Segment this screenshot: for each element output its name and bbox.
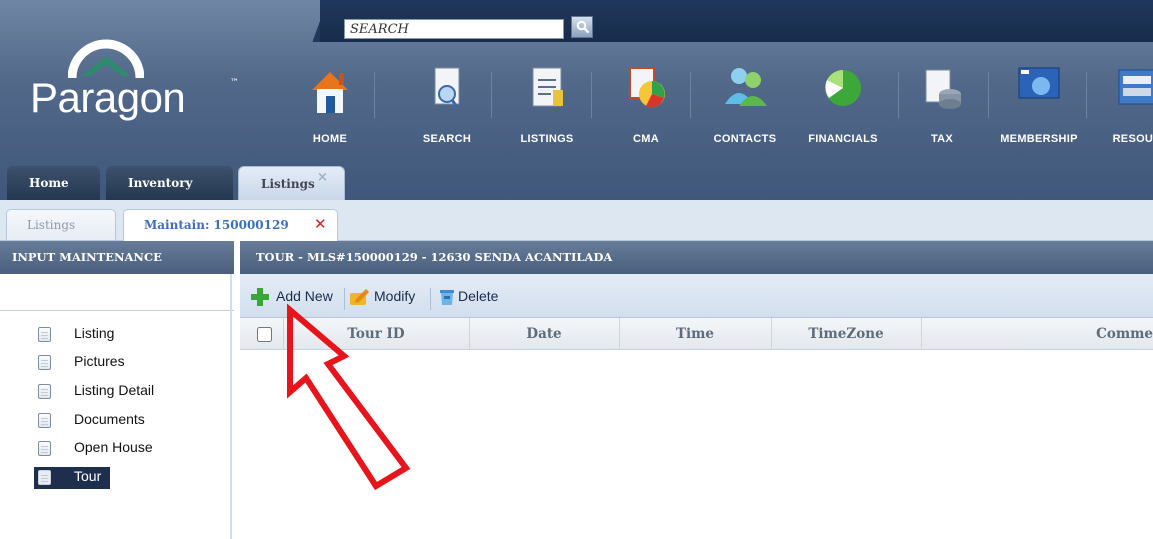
- logo-trademark: ™: [230, 78, 239, 88]
- annotation-arrow-icon: [287, 303, 411, 491]
- logo-text: Paragon: [30, 74, 186, 121]
- magnifier-icon: [576, 20, 590, 34]
- column-comments[interactable]: Comme: [921, 318, 1153, 350]
- column-date[interactable]: Date: [469, 318, 619, 350]
- toolbar-separator: [430, 288, 431, 310]
- sidebar-item-label: Listing: [74, 325, 115, 341]
- panel-divider[interactable]: [230, 274, 232, 539]
- resources-icon: [1118, 69, 1153, 105]
- membership-icon: [1018, 67, 1060, 99]
- tab-inventory[interactable]: Inventory: [106, 166, 233, 200]
- subtab-label: Maintain: 150000129: [144, 218, 289, 232]
- column-timezone[interactable]: TimeZone: [771, 318, 921, 350]
- nav-label: TAX: [930, 133, 954, 145]
- nav-cma[interactable]: CMA: [604, 60, 688, 156]
- document-icon: [38, 384, 51, 399]
- nav-financials[interactable]: FINANCIALS: [801, 60, 885, 156]
- trash-icon: [440, 290, 454, 305]
- tab-home[interactable]: Home: [7, 166, 100, 200]
- cma-icon: [629, 67, 665, 108]
- paragon-logo[interactable]: Paragon ™: [30, 36, 240, 126]
- subtab-maintain[interactable]: Maintain: 150000129 ✕: [123, 209, 338, 241]
- nav-contacts[interactable]: CONTACTS: [703, 60, 787, 156]
- tax-icon: [925, 69, 961, 109]
- document-icon: [38, 470, 51, 485]
- nav-separator: [898, 72, 899, 118]
- nav-listings[interactable]: LISTINGS: [505, 60, 589, 156]
- document-icon: [38, 413, 51, 428]
- contacts-icon: [725, 68, 767, 106]
- panel-spacer: [0, 274, 234, 311]
- nav-search[interactable]: SEARCH: [405, 60, 489, 156]
- nav-separator: [988, 72, 989, 118]
- nav-label: CONTACTS: [713, 133, 777, 145]
- document-icon: [38, 327, 51, 342]
- nav-tax[interactable]: TAX: [900, 60, 984, 156]
- nav-home[interactable]: HOME: [288, 60, 372, 156]
- sidebar-item-tour[interactable]: Tour: [34, 467, 110, 489]
- home-icon: [312, 72, 348, 113]
- nav-label: FINANCIALS: [808, 133, 878, 145]
- listings-icon: [532, 67, 563, 107]
- document-icon: [38, 355, 51, 370]
- search-button[interactable]: [571, 16, 593, 38]
- column-time[interactable]: Time: [619, 318, 771, 350]
- nav-separator: [1086, 72, 1087, 118]
- close-icon[interactable]: ✕: [314, 210, 327, 238]
- app-header: Paragon ™ HOME SEARCH LISTINGS: [0, 0, 1153, 200]
- plus-icon: [251, 288, 269, 306]
- search-input[interactable]: [344, 19, 564, 39]
- subtab-label: Listings: [27, 218, 76, 232]
- delete-label: Delete: [458, 288, 499, 304]
- sidebar-item-label: Pictures: [74, 353, 125, 369]
- nav-label: LISTINGS: [520, 133, 574, 145]
- nav-membership[interactable]: MEMBERSHIP: [997, 60, 1081, 156]
- document-icon: [38, 441, 51, 456]
- sidebar-item-label: Documents: [74, 411, 145, 427]
- subtab-strip: Listings Maintain: 150000129 ✕: [0, 200, 1153, 241]
- input-maintenance-panel: INPUT MAINTENANCE Listing Pictures Listi…: [0, 241, 234, 539]
- nav-separator: [690, 72, 691, 118]
- tab-listings[interactable]: Listings ×: [238, 166, 345, 200]
- financials-icon: [825, 70, 861, 106]
- content-title: TOUR - MLS#150000129 - 12630 SENDA ACANT…: [240, 241, 1153, 274]
- nav-separator: [591, 72, 592, 118]
- sidebar-item-label: Open House: [74, 439, 153, 455]
- delete-button[interactable]: Delete: [438, 285, 518, 311]
- sidebar-item-label: Listing Detail: [74, 382, 155, 398]
- nav-separator: [374, 72, 375, 118]
- tab-label: Inventory: [128, 176, 193, 190]
- nav-label: RESOUR: [1112, 133, 1153, 145]
- subtab-listings[interactable]: Listings: [6, 209, 116, 240]
- nav-label: CMA: [633, 133, 659, 145]
- nav-label: HOME: [312, 133, 348, 145]
- search-document-icon: [434, 67, 460, 108]
- tab-label: Listings: [261, 177, 315, 191]
- nav-label: MEMBERSHIP: [1000, 133, 1078, 145]
- nav-resources[interactable]: RESOUR: [1095, 60, 1153, 156]
- nav-separator: [491, 72, 492, 118]
- nav-label: SEARCH: [422, 133, 472, 145]
- panel-title: INPUT MAINTENANCE: [0, 241, 234, 274]
- tab-label: Home: [29, 176, 69, 190]
- close-icon[interactable]: ×: [317, 167, 328, 189]
- sidebar-item-label: Tour: [74, 468, 102, 484]
